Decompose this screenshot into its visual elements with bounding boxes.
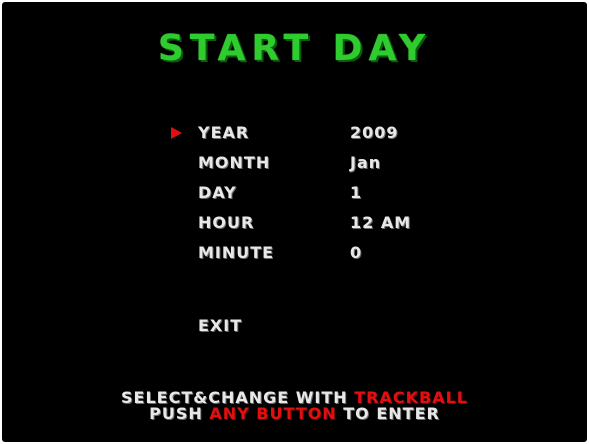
menu-label-day: DAY [198, 183, 237, 202]
menu-value-hour[interactable]: 12 AM [350, 211, 411, 235]
menu-value-minute[interactable]: 0 [350, 241, 362, 265]
menu-row-day[interactable]: DAY 1 [2, 181, 587, 209]
menu-row-month[interactable]: MONTH Jan [2, 151, 587, 179]
instructions-line-2: PUSH ANY BUTTON TO ENTER [2, 405, 587, 423]
menu-row-hour[interactable]: HOUR 12 AM [2, 211, 587, 239]
start-day-menu: YEAR 2009 MONTH Jan DAY 1 HOUR 12 AM MIN… [2, 2, 587, 442]
any-button-highlight: ANY BUTTON [209, 404, 337, 423]
menu-row-minute[interactable]: MINUTE 0 [2, 241, 587, 269]
menu-row-exit[interactable]: EXIT [2, 314, 587, 342]
exit-button[interactable]: EXIT [198, 314, 242, 338]
instructions-line-2-suffix: TO ENTER [336, 404, 440, 423]
menu-value-day[interactable]: 1 [350, 181, 362, 205]
menu-label-month: MONTH [198, 153, 271, 172]
game-screen: START DAY YEAR 2009 MONTH Jan DAY 1 HOUR… [2, 2, 587, 442]
menu-label-year: YEAR [198, 123, 250, 142]
menu-label-hour: HOUR [198, 213, 255, 232]
menu-label-minute: MINUTE [198, 243, 275, 262]
menu-value-month[interactable]: Jan [350, 151, 381, 175]
selection-cursor-icon [171, 127, 182, 139]
menu-value-year[interactable]: 2009 [350, 121, 399, 145]
menu-row-year[interactable]: YEAR 2009 [2, 121, 587, 149]
instructions-line-2-prefix: PUSH [149, 404, 210, 423]
